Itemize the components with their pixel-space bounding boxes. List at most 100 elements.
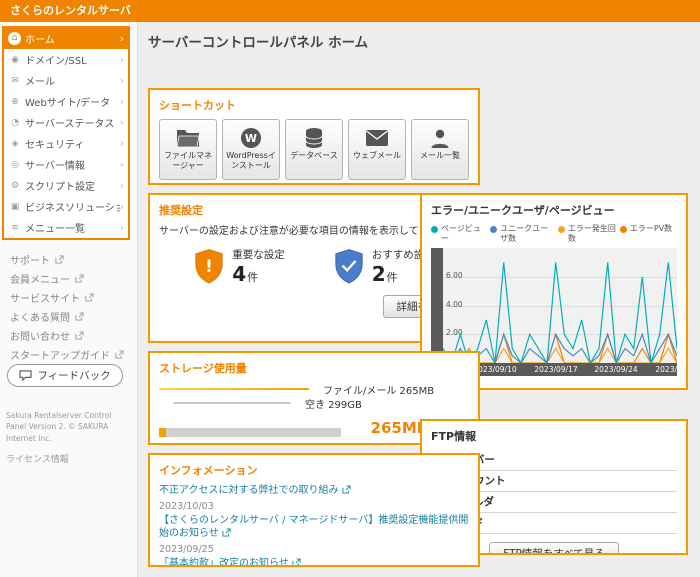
storage-free-row: 空き 299GB xyxy=(159,396,469,410)
legend-item: ページビュー xyxy=(431,224,488,244)
website-data-icon: ⊕ xyxy=(8,97,22,107)
legend-label: エラー発生回数 xyxy=(568,224,618,244)
sidebar-item-business-solution[interactable]: ▣ ビジネスソリューション › xyxy=(4,196,128,217)
shortcut-label: WordPressインストール xyxy=(224,151,278,171)
app-title: さくらのレンタルサーバ xyxy=(10,4,131,17)
info-link-1[interactable]: 不正アクセスに対する弊社での取り組み xyxy=(159,484,469,498)
sidebar-item-script-settings[interactable]: ⚙ スクリプト設定 › xyxy=(4,175,128,196)
panel-title-storage: ストレージ使用量 xyxy=(159,360,469,376)
mail-icon: ✉ xyxy=(8,76,22,86)
shortcut-wordpress-button[interactable]: W WordPressインストール xyxy=(222,119,280,180)
sidebar-item-server-info[interactable]: ◎ サーバー情報 › xyxy=(4,154,128,175)
feedback-button[interactable]: フィードバック xyxy=(7,364,123,387)
ftp-show-all-button[interactable]: FTP情報をすべて見る xyxy=(489,542,618,555)
sidebar-link-startup-guide[interactable]: スタートアップガイド xyxy=(0,345,138,364)
sidebar-item-website-data[interactable]: ⊕ Webサイト/データ › xyxy=(4,91,128,112)
info-link-3[interactable]: 「基本約款」改定のお知らせ xyxy=(159,557,469,568)
shortcut-webmail-button[interactable]: ウェブメール xyxy=(348,119,406,180)
external-link-icon xyxy=(55,255,64,264)
app-header: さくらのレンタルサーバ xyxy=(0,0,700,22)
shortcut-label: ウェブメール xyxy=(353,151,401,161)
chevron-right-icon: › xyxy=(120,179,124,192)
svg-text:W: W xyxy=(245,132,257,145)
sidebar-item-label: ビジネスソリューション xyxy=(25,199,120,214)
panel-title-ftp: FTP情報 xyxy=(431,428,677,444)
important-settings-label: 重要な設定 xyxy=(232,247,285,262)
legend-item: エラーPV数 xyxy=(620,224,677,244)
sidebar: ⌂ ホーム › ◉ ドメイン/SSL › ✉ メール › ⊕ Webサイト/デー… xyxy=(0,22,138,577)
x-tick-label: 2023/09/17 xyxy=(534,365,577,374)
sidebar-link-contact[interactable]: お問い合わせ xyxy=(0,326,138,345)
sidebar-item-label: サーバーステータス xyxy=(25,115,114,130)
sidebar-item-domain-ssl[interactable]: ◉ ドメイン/SSL › xyxy=(4,49,128,70)
home-icon: ⌂ xyxy=(8,32,21,45)
storage-gauge xyxy=(159,428,341,437)
sidebar-item-server-status[interactable]: ◔ サーバーステータス › xyxy=(4,112,128,133)
chevron-right-icon: › xyxy=(120,95,124,108)
shortcut-mail-list-button[interactable]: メール一覧 xyxy=(411,119,469,180)
info-link-2[interactable]: 【さくらのレンタルサーバ / マネージドサーバ】推奨設定機能提供開始のお知らせ xyxy=(159,514,469,541)
chevron-right-icon: › xyxy=(120,53,124,66)
sidebar-item-menu-list[interactable]: ≡ メニュー一覧 › xyxy=(4,217,128,238)
sidebar-item-label: セキュリティ xyxy=(25,136,84,151)
sidebar-item-home[interactable]: ⌂ ホーム › xyxy=(4,28,128,49)
panel-title-shortcuts: ショートカット xyxy=(159,97,469,113)
security-icon: ◈ xyxy=(8,139,22,149)
storage-used-row: ファイル/メール 265MB xyxy=(159,382,469,396)
domain-ssl-icon: ◉ xyxy=(8,55,22,65)
free-leader-line xyxy=(173,402,291,404)
sidebar-item-label: サーバー情報 xyxy=(25,157,85,172)
info-link-text: 「基本約款」改定のお知らせ xyxy=(159,558,289,568)
legend-dot-unique-user xyxy=(490,226,497,233)
database-icon xyxy=(304,125,324,151)
external-link-icon xyxy=(85,293,94,302)
external-link-icon xyxy=(342,485,351,494)
legend-item: ユニークユーザ数 xyxy=(490,224,556,244)
copyright-text: Sakura Rentalserver Control Panel Versio… xyxy=(6,410,128,444)
sidebar-link-label: お問い合わせ xyxy=(10,328,70,343)
shield-important-icon: ! xyxy=(193,248,225,285)
shortcut-database-button[interactable]: データベース xyxy=(285,119,343,180)
x-tick-label: 2023/10/01 xyxy=(655,365,677,374)
external-link-icon xyxy=(222,528,231,537)
info-link-text: 【さくらのレンタルサーバ / マネージドサーバ】推奨設定機能提供開始のお知らせ xyxy=(159,515,468,540)
external-link-icon xyxy=(75,312,84,321)
line-chart xyxy=(443,248,677,363)
sidebar-link-label: 会員メニュー xyxy=(10,271,70,286)
chevron-right-icon: › xyxy=(120,221,124,234)
chevron-right-icon: › xyxy=(120,200,124,213)
script-settings-icon: ⚙ xyxy=(8,181,22,191)
used-label: ファイル/メール 265MB xyxy=(323,382,434,397)
x-tick-label: 2023/09/24 xyxy=(594,365,637,374)
chevron-right-icon: › xyxy=(120,158,124,171)
license-link[interactable]: ライセンス情報 xyxy=(6,452,69,465)
sidebar-link-member-menu[interactable]: 会員メニュー xyxy=(0,269,138,288)
legend-label: ユニークユーザ数 xyxy=(500,224,556,244)
server-info-icon: ◎ xyxy=(8,160,22,170)
sidebar-link-service-site[interactable]: サービスサイト xyxy=(0,288,138,307)
sidebar-link-support[interactable]: サポート xyxy=(0,250,138,269)
important-settings-counter: ! 重要な設定 4件 xyxy=(193,247,285,286)
folder-icon xyxy=(175,125,201,151)
external-link-icon xyxy=(115,350,124,359)
speech-bubble-icon xyxy=(19,370,32,381)
chevron-right-icon: › xyxy=(120,32,124,45)
svg-text:!: ! xyxy=(205,256,213,276)
sidebar-link-faq[interactable]: よくある質問 xyxy=(0,307,138,326)
legend-dot-error-pv xyxy=(620,226,627,233)
sidebar-item-mail[interactable]: ✉ メール › xyxy=(4,70,128,91)
person-icon xyxy=(429,125,451,151)
storage-gauge-fill xyxy=(159,428,166,437)
shortcuts-panel: ショートカット ファイルマネージャー W WordPressインストール データ… xyxy=(148,88,480,185)
feedback-label: フィードバック xyxy=(37,368,110,383)
shortcut-label: データベース xyxy=(290,151,338,161)
legend-item: エラー発生回数 xyxy=(558,224,618,244)
external-link-icon xyxy=(292,558,301,567)
server-status-icon: ◔ xyxy=(8,118,22,128)
shortcut-file-manager-button[interactable]: ファイルマネージャー xyxy=(159,119,217,180)
sidebar-nav: ⌂ ホーム › ◉ ドメイン/SSL › ✉ メール › ⊕ Webサイト/デー… xyxy=(2,26,130,240)
sidebar-item-security[interactable]: ◈ セキュリティ › xyxy=(4,133,128,154)
legend-dot-pageview xyxy=(431,226,438,233)
used-leader-line xyxy=(159,388,309,390)
business-solution-icon: ▣ xyxy=(8,202,22,212)
